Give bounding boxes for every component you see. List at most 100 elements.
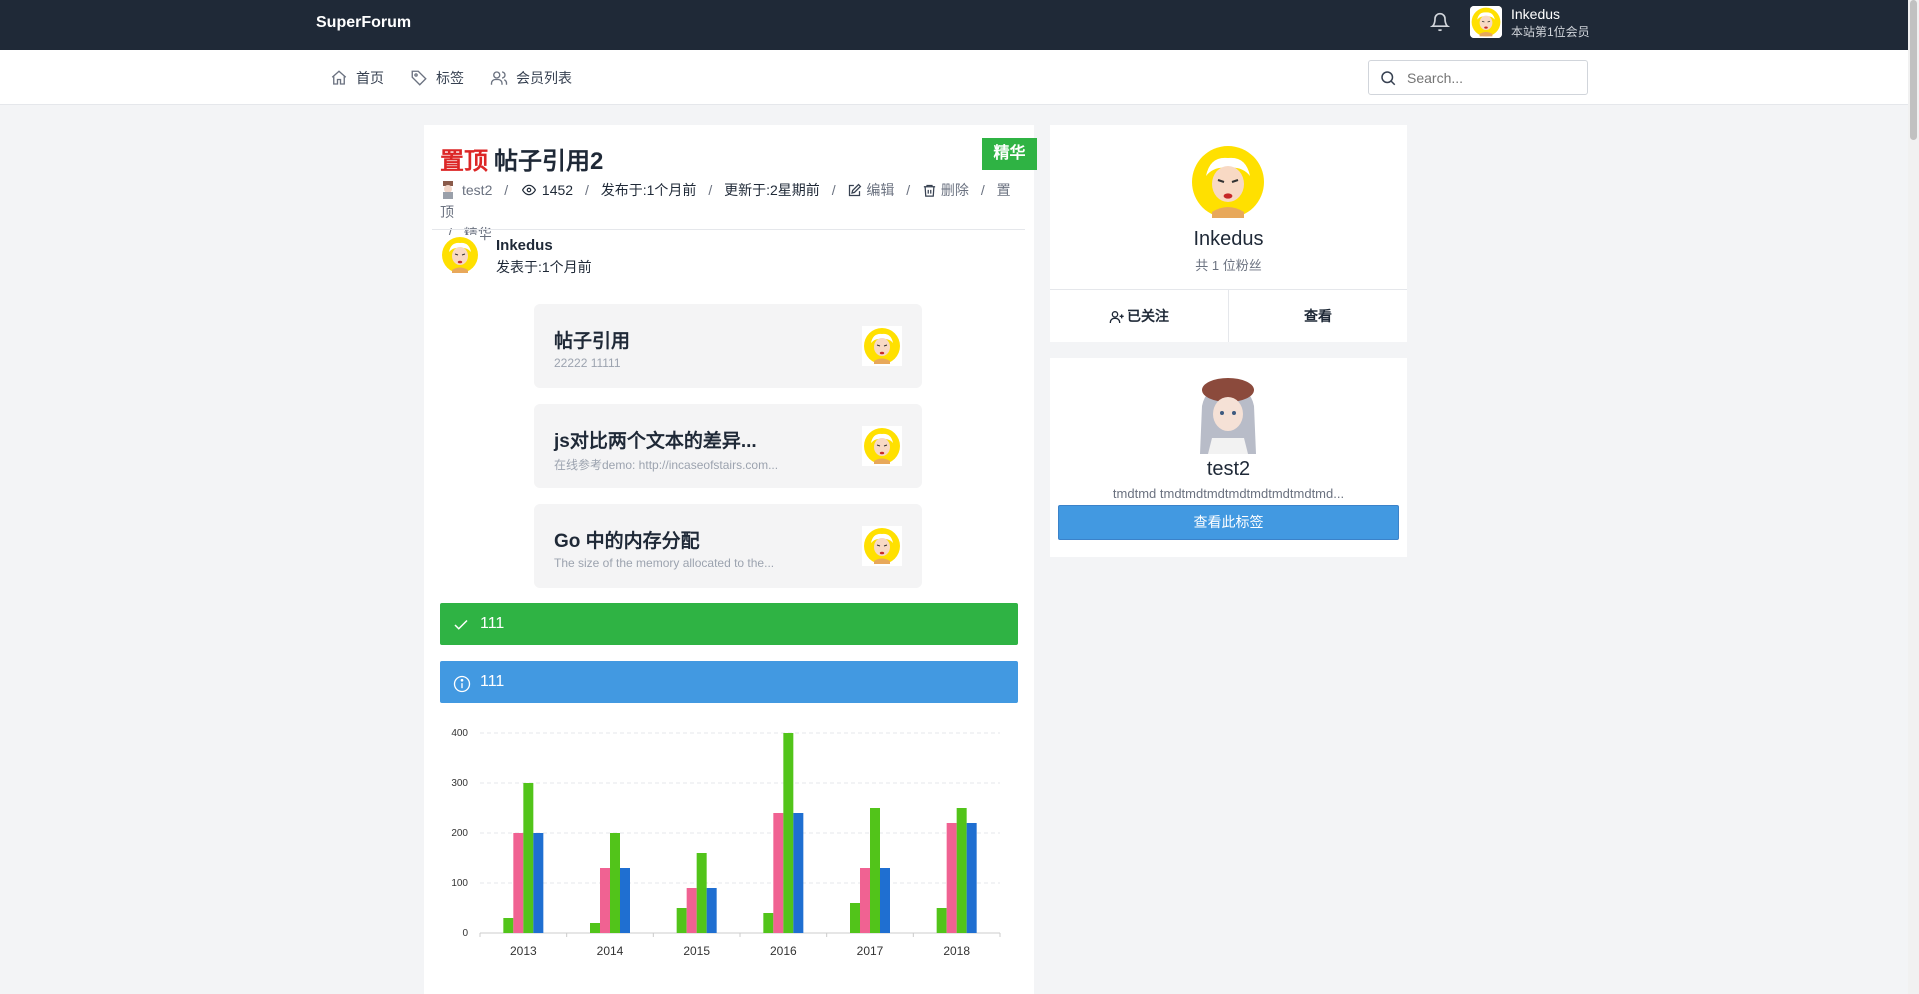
reference-card[interactable]: Go 中的内存分配 The size of the memory allocat… <box>534 504 922 588</box>
search-icon <box>1381 71 1396 86</box>
x-tick-label: 2017 <box>857 944 884 958</box>
x-tick-label: 2016 <box>770 944 797 958</box>
reference-card[interactable]: js对比两个文本的差异... 在线参考demo: http://incaseof… <box>534 404 922 488</box>
bar <box>763 913 774 933</box>
user-avatar[interactable] <box>1470 6 1502 38</box>
search-input[interactable] <box>1407 67 1577 89</box>
info-alert: 111 <box>440 661 1018 703</box>
delete-link[interactable]: 删除 <box>941 182 969 198</box>
bar <box>936 908 947 933</box>
post-title-row: 置顶 帖子引用2 <box>440 141 603 176</box>
meta-separator: / <box>831 181 836 198</box>
profile-fans: 共 1 位粉丝 <box>1195 258 1262 273</box>
bar <box>696 853 707 933</box>
nav-item-home[interactable]: 首页 <box>330 68 384 88</box>
reply-avatar[interactable] <box>440 235 480 275</box>
view-profile-button[interactable]: 查看 <box>1228 290 1407 342</box>
y-tick-label: 200 <box>451 828 468 839</box>
follow-button[interactable]: 已关注 <box>1050 290 1228 342</box>
y-tick-label: 300 <box>451 778 468 789</box>
nav-item-tags[interactable]: 标签 <box>410 68 464 88</box>
scrollbar-thumb[interactable] <box>1910 0 1917 140</box>
x-tick-label: 2018 <box>943 944 970 958</box>
bar <box>783 733 794 933</box>
reply-author[interactable]: Inkedus <box>496 237 553 254</box>
profile-actions: 已关注 查看 <box>1050 289 1407 342</box>
nav-label: 标签 <box>436 70 464 86</box>
search-box[interactable] <box>1368 60 1588 95</box>
meta-separator: / <box>906 181 911 198</box>
bar <box>610 833 620 933</box>
reference-desc: The size of the memory allocated to the.… <box>554 556 775 570</box>
reference-title: 帖子引用 <box>554 331 631 352</box>
bar <box>533 833 544 933</box>
tag-name[interactable]: test2 <box>1050 458 1407 481</box>
home-icon <box>331 70 347 85</box>
top-bar: SuperForum Inkedus 本站第1位会员 <box>0 0 1908 50</box>
nav-label: 首页 <box>356 70 384 86</box>
bar <box>590 923 600 933</box>
bar <box>706 888 717 933</box>
bar <box>773 813 784 933</box>
bar-chart: 0 100 200 300 400 2013 2014 2015 2016 2017 2018 <box>451 728 1001 958</box>
scrollbar-track[interactable] <box>1908 0 1919 994</box>
post-title: 帖子引用2 <box>494 148 604 175</box>
success-alert: 111 <box>440 603 1018 645</box>
post-card: 置顶 帖子引用2 精华 test2 / 1452 / 发布于:1个月前 / 更新于… <box>424 125 1037 994</box>
reference-card[interactable]: 帖子引用 22222 11111 <box>534 304 922 388</box>
x-tick-label: 2014 <box>597 944 624 958</box>
bar <box>686 888 697 933</box>
bar <box>523 783 534 933</box>
info-icon <box>453 675 471 693</box>
reply-time: 发表于:1个月前 <box>496 259 592 275</box>
published-time: 发布于:1个月前 <box>600 181 697 198</box>
reference-desc: 在线参考demo: http://incaseofstairs.com... <box>554 458 779 472</box>
reference-avatar <box>862 326 902 366</box>
bar <box>620 868 630 933</box>
reference-avatar <box>862 426 902 466</box>
meta-separator: / <box>980 181 985 198</box>
reference-title: Go 中的内存分配 <box>554 531 700 552</box>
y-tick-label: 400 <box>451 728 468 739</box>
user-plus-icon <box>1109 311 1124 324</box>
bar <box>956 808 967 933</box>
bar <box>870 808 880 933</box>
users-icon <box>490 71 508 85</box>
profile-avatar[interactable] <box>1188 142 1268 222</box>
x-tick-label: 2013 <box>510 944 537 958</box>
success-alert-text: 111 <box>480 615 505 632</box>
meta-separator: / <box>504 181 509 198</box>
y-tick-label: 0 <box>462 928 468 939</box>
bar <box>946 823 957 933</box>
meta-separator: / <box>584 181 589 198</box>
edit-link[interactable]: 编辑 <box>866 182 894 198</box>
y-tick-label: 100 <box>451 878 468 889</box>
author-name[interactable]: test2 <box>462 182 492 198</box>
follow-label: 已关注 <box>1127 308 1169 324</box>
bar <box>676 908 687 933</box>
bell-icon[interactable] <box>1430 12 1450 32</box>
view-tag-button[interactable]: 查看此标签 <box>1058 505 1399 540</box>
reference-avatar <box>862 526 902 566</box>
user-name[interactable]: Inkedus <box>1511 6 1560 22</box>
tag-icon <box>411 70 427 86</box>
user-rank: 本站第1位会员 <box>1511 25 1590 39</box>
bar <box>966 823 977 933</box>
nav-item-members[interactable]: 会员列表 <box>490 68 572 88</box>
view-label: 查看 <box>1304 308 1332 324</box>
profile-card: Inkedus 共 1 位粉丝 已关注 查看 <box>1050 125 1407 342</box>
check-icon <box>454 619 468 630</box>
pinned-label: 置顶 <box>440 148 488 175</box>
bar <box>600 868 610 933</box>
trash-icon <box>923 184 936 197</box>
bar <box>850 903 860 933</box>
bar <box>503 918 514 933</box>
brand-logo[interactable]: SuperForum <box>316 14 411 32</box>
post-meta: test2 / 1452 / 发布于:1个月前 / 更新于:2星期前 / 编辑 … <box>440 179 1020 244</box>
author-avatar[interactable] <box>440 181 456 200</box>
updated-time: 更新于:2星期前 <box>724 181 820 198</box>
tag-card: test2 tmdtmd tmdtmdtmdtmdtmdtmdtmdtmd...… <box>1050 358 1407 557</box>
edit-icon <box>849 183 862 196</box>
view-count: 1452 <box>541 181 574 198</box>
profile-name[interactable]: Inkedus <box>1050 228 1407 251</box>
